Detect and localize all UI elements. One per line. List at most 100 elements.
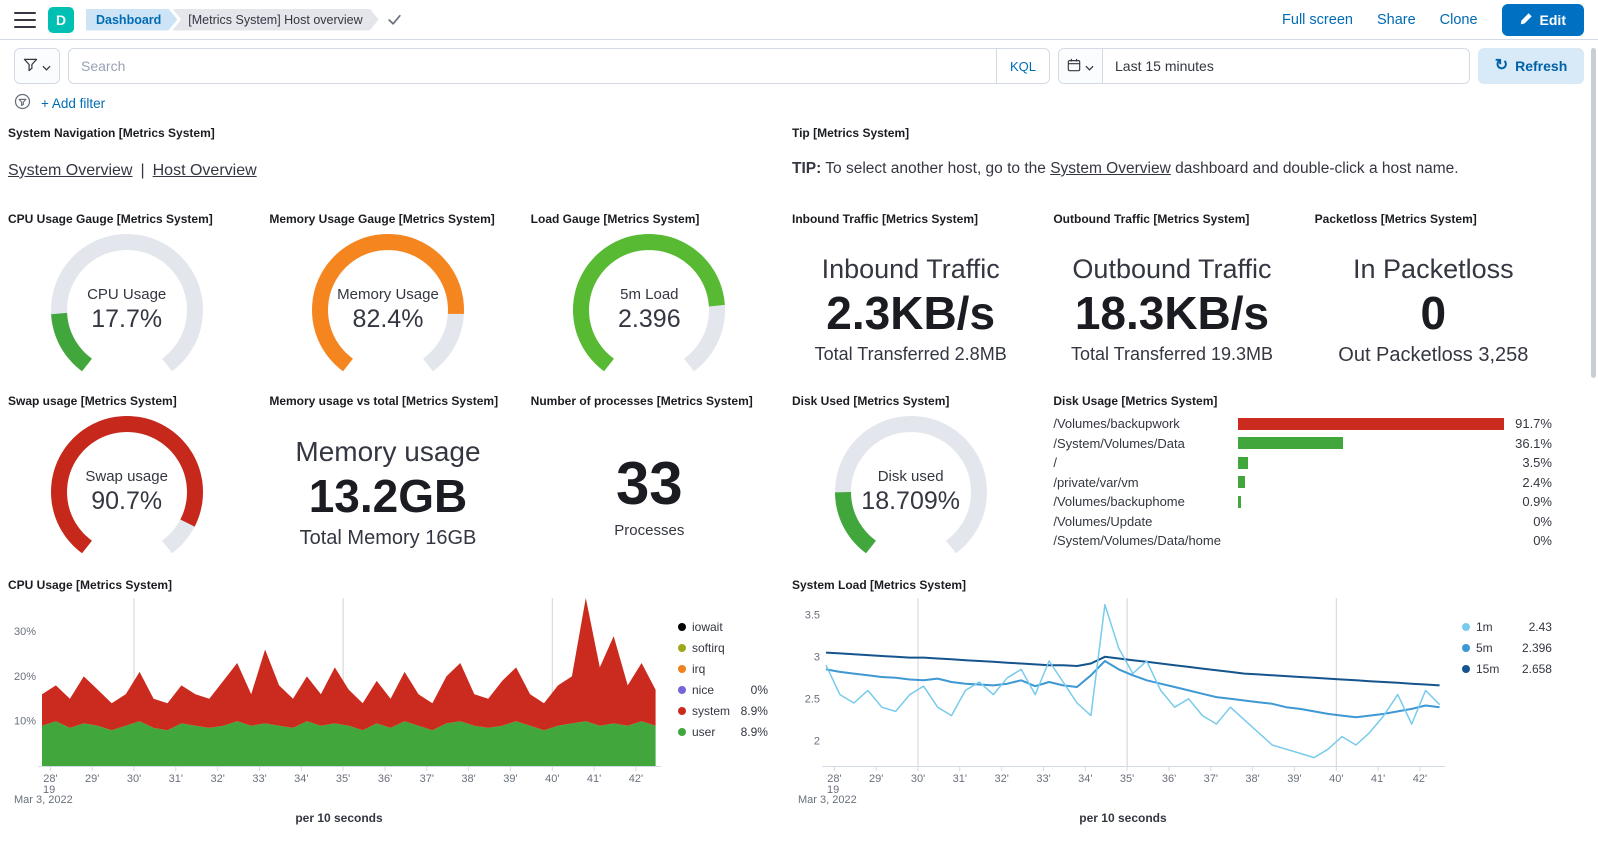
disk-path-label: /private/var/vm [1053, 475, 1238, 490]
legend-value: 2.396 [1522, 641, 1552, 655]
load-chart-legend: 1m 2.43 5m 2.396 15m2.658 [1462, 620, 1552, 825]
disk-usage-value: 36.1% [1504, 436, 1552, 451]
disk-usage-bar [1238, 535, 1504, 547]
panel-title: Packetloss [Metrics System] [1315, 212, 1552, 226]
saved-query-menu-button[interactable] [14, 48, 60, 84]
disk-usage-value: 3.5% [1504, 455, 1552, 470]
cpu-usage-gauge-panel: CPU Usage Gauge [Metrics System] CPU Usa… [0, 206, 253, 380]
panel-title: Load Gauge [Metrics System] [531, 212, 768, 226]
svg-text:30%: 30% [14, 626, 36, 638]
top-bar: D Dashboard [Metrics System] Host overvi… [0, 0, 1598, 40]
host-overview-link[interactable]: Host Overview [153, 162, 257, 179]
legend-color-dot [1462, 623, 1470, 631]
cpu-usage-chart: 28'29'30'31'32'33'34'35'36'37'38'39'40'4… [8, 594, 670, 825]
saved-query-icon [23, 57, 38, 75]
legend-item[interactable]: system8.9% [678, 704, 768, 718]
svg-text:33': 33' [1036, 773, 1050, 785]
disk-usage-value: 0% [1504, 533, 1552, 548]
search-box: KQL [68, 48, 1050, 84]
swap-usage-gauge: Swap usage 90.7% [8, 410, 245, 560]
search-input[interactable] [69, 58, 996, 74]
full-screen-button[interactable]: Full screen [1282, 12, 1353, 28]
disk-usage-list: /Volumes/backupwork91.7%/System/Volumes/… [1053, 414, 1552, 551]
legend-label: 1m [1476, 620, 1493, 634]
panel-title: Number of processes [Metrics System] [531, 394, 768, 408]
svg-text:34': 34' [1078, 773, 1092, 785]
menu-icon[interactable] [14, 11, 36, 29]
panel-title: Disk Used [Metrics System] [792, 394, 1029, 408]
breadcrumb-dashboard[interactable]: Dashboard [86, 9, 177, 31]
legend-label: user [692, 725, 715, 739]
svg-text:32': 32' [995, 773, 1009, 785]
svg-text:29': 29' [869, 773, 883, 785]
disk-usage-bar [1238, 418, 1504, 430]
legend-item[interactable]: 15m2.658 [1462, 662, 1552, 676]
panel-title: System Load [Metrics System] [792, 578, 1552, 592]
filter-icon[interactable] [14, 93, 31, 113]
svg-text:38': 38' [461, 773, 475, 785]
disk-usage-value: 2.4% [1504, 475, 1552, 490]
system-load-chart-panel: System Load [Metrics System] 28'29'30'31… [784, 572, 1560, 840]
legend-color-dot [1462, 665, 1470, 673]
legend-color-dot [678, 644, 686, 652]
svg-text:41': 41' [587, 773, 601, 785]
svg-text:32': 32' [211, 773, 225, 785]
panel-title: System Navigation [Metrics System] [8, 126, 768, 140]
legend-item[interactable]: 5m 2.396 [1462, 641, 1552, 655]
legend-color-dot [678, 623, 686, 631]
x-axis-title: per 10 seconds [792, 811, 1454, 825]
disk-usage-row: /private/var/vm 2.4% [1053, 473, 1552, 493]
system-overview-link[interactable]: System Overview [8, 162, 132, 179]
panel-title: Disk Usage [Metrics System] [1053, 394, 1552, 408]
svg-text:34': 34' [294, 773, 308, 785]
svg-text:20%: 20% [14, 671, 36, 683]
svg-text:42': 42' [629, 773, 643, 785]
legend-item[interactable]: nice0% [678, 683, 768, 697]
processes-metric: 33 Processes [531, 410, 768, 539]
svg-text:Mar 3, 2022: Mar 3, 2022 [14, 794, 73, 806]
swap-usage-gauge-panel: Swap usage [Metrics System] Swap usage 9… [0, 388, 253, 564]
legend-item[interactable]: iowait [678, 620, 768, 634]
legend-item[interactable]: irq [678, 662, 768, 676]
kql-button[interactable]: KQL [996, 49, 1049, 83]
check-icon [387, 12, 402, 27]
memory-usage-metric: Memory usage 13.2GB Total Memory 16GB [269, 410, 506, 550]
panel-title: Tip [Metrics System] [792, 126, 1552, 140]
svg-text:36': 36' [1162, 773, 1176, 785]
time-range-label[interactable]: Last 15 minutes [1103, 58, 1226, 74]
svg-text:31': 31' [169, 773, 183, 785]
svg-text:39': 39' [1287, 773, 1301, 785]
cpu-usage-gauge: CPU Usage 17.7% [8, 228, 245, 378]
vertical-scrollbar[interactable] [1591, 48, 1596, 378]
filter-bar: + Add filter [0, 92, 1598, 114]
refresh-button[interactable]: ↻ Refresh [1478, 48, 1584, 84]
edit-button[interactable]: Edit [1502, 4, 1584, 36]
panel-title: CPU Usage Gauge [Metrics System] [8, 212, 245, 226]
system-overview-link[interactable]: System Overview [1050, 160, 1171, 177]
legend-item[interactable]: user8.9% [678, 725, 768, 739]
svg-text:37': 37' [1204, 773, 1218, 785]
svg-text:29': 29' [85, 773, 99, 785]
calendar-menu-button[interactable] [1059, 49, 1103, 83]
legend-value: 2.43 [1529, 620, 1552, 634]
dashboard-logo[interactable]: D [48, 7, 74, 33]
legend-item[interactable]: 1m 2.43 [1462, 620, 1552, 634]
svg-text:40': 40' [1329, 773, 1343, 785]
legend-item[interactable]: softirq [678, 641, 768, 655]
legend-color-dot [678, 686, 686, 694]
disk-usage-row: /Volumes/backuphome0.9% [1053, 492, 1552, 512]
share-button[interactable]: Share [1377, 12, 1416, 28]
add-filter-button[interactable]: + Add filter [41, 96, 105, 111]
svg-text:36': 36' [378, 773, 392, 785]
svg-text:33': 33' [252, 773, 266, 785]
clone-button[interactable]: Clone [1440, 12, 1478, 28]
disk-usage-value: 0% [1504, 514, 1552, 529]
disk-usage-row: /3.5% [1053, 453, 1552, 473]
load-gauge-panel: Load Gauge [Metrics System] 5m Load 2.39… [523, 206, 776, 380]
disk-usage-row: /System/Volumes/Data/home0% [1053, 531, 1552, 551]
panel-title: Memory Usage Gauge [Metrics System] [269, 212, 506, 226]
outbound-traffic-metric: Outbound Traffic 18.3KB/s Total Transfer… [1053, 228, 1290, 365]
pencil-icon [1520, 12, 1533, 28]
legend-label: 5m [1476, 641, 1493, 655]
disk-usage-row: /System/Volumes/Data36.1% [1053, 434, 1552, 454]
